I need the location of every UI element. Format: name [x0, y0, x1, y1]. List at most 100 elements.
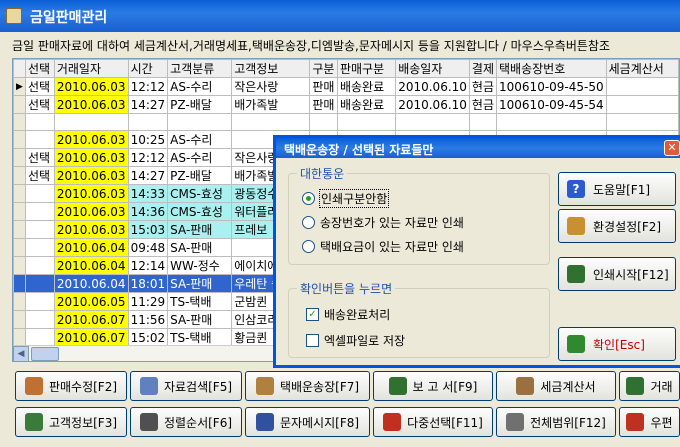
window-title: 금일판매관리	[30, 10, 108, 26]
cell-time: 14:27	[127, 166, 169, 185]
cell-cust: TS-택배	[167, 292, 233, 311]
table-row[interactable]: 선택 2010.06.03 14:27 PZ-배달 배가족발 판매 배송완료 2010.06.…	[13, 95, 679, 114]
cell-date: 2010.06.03	[53, 220, 129, 239]
cell-cust: SA-판매	[167, 238, 233, 257]
tools-icon	[567, 217, 585, 235]
column-header[interactable]	[13, 59, 26, 78]
cell-cust: CMS-효성	[167, 184, 233, 203]
help-button[interactable]: ? 도움말[F1]	[558, 172, 676, 206]
cell-time	[127, 113, 169, 131]
column-header[interactable]: 판매구분	[336, 59, 397, 78]
cell-date: 2010.06.05	[53, 292, 129, 311]
column-header[interactable]: 구분	[309, 59, 338, 78]
column-header[interactable]: 세금계산서	[605, 59, 679, 78]
cell-ship: 2010.06.10	[395, 77, 470, 96]
column-header[interactable]: 결제	[468, 59, 498, 78]
column-header[interactable]: 고객분류	[167, 59, 233, 78]
cell-tax	[605, 77, 679, 96]
excel-save-option[interactable]: 엑셀파일로 저장	[306, 332, 405, 349]
radio-fee-only[interactable]	[302, 240, 315, 253]
cell-sel	[24, 292, 55, 311]
scroll-thumb[interactable]	[31, 347, 59, 361]
info-text: 금일 판매자료에 대하여 세금계산서,거래명세표,택배운송장,디엠발송,문자메시…	[12, 39, 611, 53]
column-header[interactable]: 배송일자	[395, 59, 470, 78]
cell-time: 15:03	[127, 220, 169, 239]
cell-sel	[24, 310, 55, 329]
confirm-button[interactable]: 확인[Esc]	[558, 327, 676, 361]
option-fee-only-label: 택배요금이 있는 자료만 인쇄	[320, 240, 464, 254]
column-header[interactable]: 택배송장번호	[496, 59, 607, 78]
radio-tracking-only[interactable]	[302, 216, 315, 229]
delivery-complete-checkbox[interactable]: ✓	[306, 308, 319, 321]
cell-time: 14:33	[127, 184, 169, 203]
excel-save-checkbox[interactable]	[306, 334, 319, 347]
printer-button[interactable]: 보 고 서[F9]	[373, 371, 493, 401]
cell-track: 100610-09-45-50	[496, 77, 607, 96]
cell-date: 2010.06.07	[53, 310, 129, 329]
cell-sel	[24, 274, 55, 293]
delivery-complete-option[interactable]: ✓ 배송완료처리	[306, 306, 390, 323]
cell-cname: 작은사랑	[231, 77, 311, 96]
mail-button[interactable]: 우편	[619, 407, 680, 437]
print-start-button[interactable]: 인쇄시작[F12]	[558, 257, 676, 291]
option-no-filter[interactable]: 인쇄구분안함	[302, 189, 390, 208]
settings-button[interactable]: 환경설정[F2]	[558, 209, 676, 243]
option-tracking-only[interactable]: 송장번호가 있는 자료만 인쇄	[302, 214, 464, 231]
cell-sale: 배송완료	[336, 77, 397, 96]
app-icon	[6, 8, 22, 24]
help-button-label: 도움말[F1]	[593, 182, 651, 197]
cell-sel	[24, 238, 55, 257]
cell-sel	[24, 256, 55, 275]
message-button[interactable]: 문자메시지[F8]	[245, 407, 370, 437]
edit-button[interactable]: 판매수정[F2]	[15, 371, 127, 401]
cell-track: 100610-09-45-54	[496, 95, 607, 114]
cell-marker	[13, 113, 26, 131]
multiselect-button[interactable]: 다중선택[F11]	[373, 407, 493, 437]
option-fee-only[interactable]: 택배요금이 있는 자료만 인쇄	[302, 238, 464, 255]
button-label: 고객정보[F3]	[48, 415, 118, 430]
cell-marker	[13, 220, 26, 239]
settings-button-label: 환경설정[F2]	[593, 219, 662, 234]
search-button[interactable]: 자료검색[F5]	[130, 371, 242, 401]
cell-sel	[24, 113, 55, 131]
cell-sel	[24, 130, 55, 149]
printer2-button[interactable]: 거래	[619, 371, 680, 401]
range-button[interactable]: 전체범위[F12]	[496, 407, 616, 437]
parcel-button[interactable]: 택배운송장[F7]	[245, 371, 370, 401]
customer-button[interactable]: 고객정보[F3]	[15, 407, 127, 437]
cell-date: 2010.06.04	[53, 274, 129, 293]
printer-icon	[567, 265, 585, 283]
grid-header-row: 선택 거래일자 시간 고객분류 고객정보 구분 판매구분 배송일자 결제 택배송장번호 세금계산서	[13, 59, 679, 78]
table-row[interactable]: ▶ 선택 2010.06.03 12:12 AS-수리 작은사랑 판매 배송완료 2010.06…	[13, 77, 679, 96]
cell-cname: 배가족발	[231, 95, 311, 114]
printer-icon	[388, 377, 407, 395]
cell-cname	[231, 113, 311, 131]
cell-ship	[395, 113, 470, 131]
courier-group-label: 대한통운	[300, 167, 345, 181]
option-tracking-only-label: 송장번호가 있는 자료만 인쇄	[320, 216, 464, 230]
cell-sel	[24, 220, 55, 239]
invoice-icon	[516, 377, 535, 395]
dialog-close-icon[interactable]: ✕	[664, 140, 680, 156]
column-header[interactable]: 시간	[127, 59, 169, 78]
cell-ship: 2010.06.10	[395, 95, 470, 114]
cell-sale: 배송완료	[336, 95, 397, 114]
invoice-button[interactable]: 세금계산서	[496, 371, 616, 401]
range-icon	[506, 413, 525, 431]
radio-no-filter[interactable]	[302, 192, 315, 205]
scroll-left-icon[interactable]: ◀	[13, 346, 29, 361]
column-header[interactable]: 거래일자	[53, 59, 129, 78]
cell-date: 2010.06.03	[53, 184, 129, 203]
sort-button[interactable]: 정렬순서[F6]	[130, 407, 242, 437]
cell-time: 12:12	[127, 77, 169, 96]
confirm-button-label: 확인[Esc]	[593, 337, 645, 352]
cell-time: 15:02	[127, 328, 169, 347]
table-row[interactable]	[13, 113, 679, 131]
button-label: 다중선택[F11]	[407, 415, 483, 430]
print-start-label: 인쇄시작[F12]	[593, 267, 669, 282]
printer2-icon	[626, 377, 645, 395]
cell-marker	[13, 166, 26, 185]
column-header[interactable]: 고객정보	[231, 59, 311, 78]
column-header[interactable]: 선택	[24, 59, 55, 78]
customer-icon	[24, 413, 43, 431]
